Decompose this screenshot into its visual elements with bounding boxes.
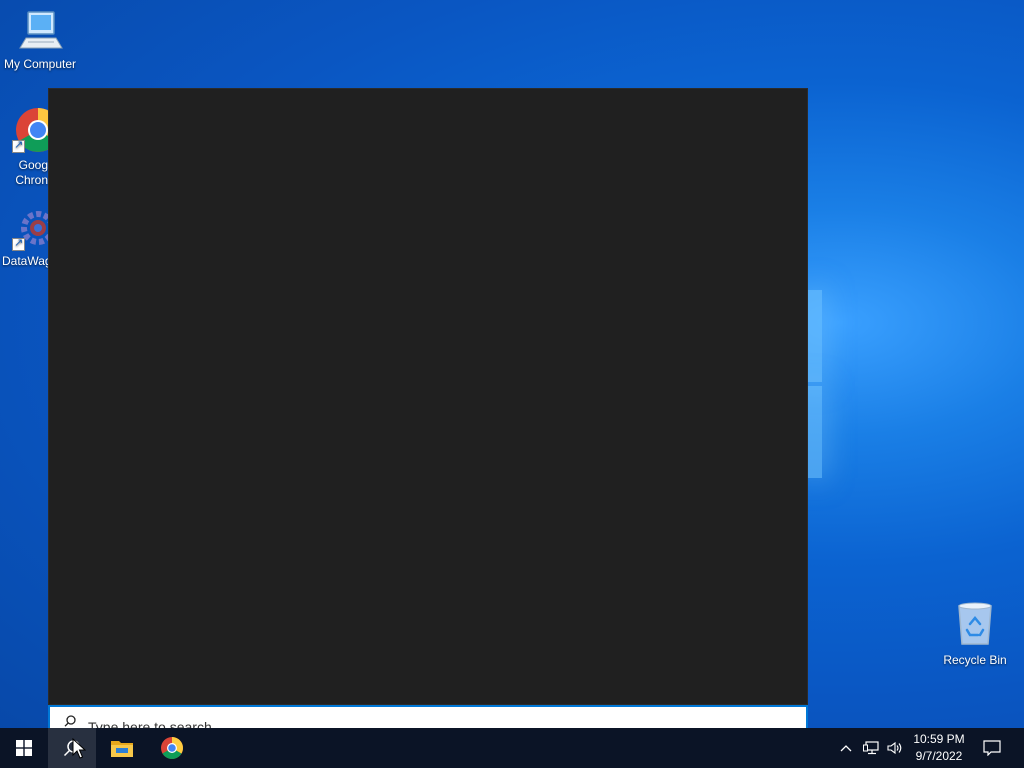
- shortcut-arrow-icon: [12, 138, 25, 153]
- desktop-icon-label: Recycle Bin: [943, 653, 1007, 667]
- recycle-bin-icon: [958, 602, 992, 645]
- chrome-icon: [161, 737, 183, 759]
- search-results-panel: [48, 88, 808, 705]
- chevron-up-icon: [840, 745, 852, 752]
- desktop-icon-google-chrome[interactable]: Goog Chron: [0, 106, 50, 188]
- clock-date: 9/7/2022: [915, 749, 963, 763]
- windows-start-icon: [16, 740, 32, 756]
- mouse-cursor-icon: [72, 738, 86, 759]
- desktop-icon-recycle-bin[interactable]: Recycle Bin: [935, 600, 1015, 668]
- file-explorer-icon: [111, 741, 133, 757]
- start-button[interactable]: [0, 728, 48, 768]
- volume-button[interactable]: [884, 728, 906, 768]
- action-center-button[interactable]: [976, 728, 1008, 768]
- desktop-icon-datawag[interactable]: DataWag: [0, 206, 50, 269]
- clock-time: 10:59 PM: [913, 732, 965, 746]
- shortcut-arrow-icon: [12, 236, 25, 251]
- desktop-icon-label: My Computer: [3, 57, 77, 71]
- desktop-icon-label: DataWag: [2, 254, 50, 268]
- notification-icon: [983, 740, 1001, 756]
- network-button[interactable]: [860, 728, 882, 768]
- taskbar: 10:59 PM 9/7/2022: [0, 728, 1024, 768]
- clock[interactable]: 10:59 PM 9/7/2022: [906, 728, 972, 768]
- wallpaper-logo-pane: [808, 290, 822, 382]
- network-icon: [863, 741, 879, 755]
- show-hidden-icons-button[interactable]: [836, 728, 856, 768]
- volume-icon: [887, 741, 902, 755]
- taskbar-chrome[interactable]: [148, 728, 196, 768]
- computer-icon: [19, 11, 63, 49]
- desktop-icon-my-computer[interactable]: My Computer: [0, 8, 80, 72]
- search-input[interactable]: [88, 717, 688, 728]
- taskbar-file-explorer[interactable]: [98, 728, 146, 768]
- desktop-icon-label: Goog Chron: [15, 158, 48, 187]
- wallpaper-logo-pane: [808, 386, 822, 478]
- search-box[interactable]: [48, 705, 808, 728]
- search-icon: [64, 715, 76, 727]
